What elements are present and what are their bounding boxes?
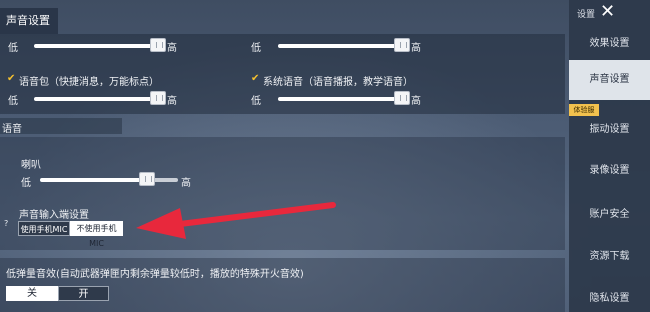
row1-right-slider[interactable] xyxy=(278,44,408,48)
sidebar-item-vibration[interactable]: 振动设置 xyxy=(569,120,650,135)
row1-left-low: 低 xyxy=(8,43,18,54)
row2-left-low: 低 xyxy=(8,96,18,107)
row2-right-slider[interactable] xyxy=(278,97,408,101)
red-arrow-annotation xyxy=(136,202,336,239)
sidebar-item-privacy[interactable]: 隐私设置 xyxy=(569,289,650,304)
low-ammo-title: 低弹量音效(自动武器弹匣内剩余弹量较低时，播放的特殊开火音效) xyxy=(6,269,304,280)
help-icon[interactable]: ? xyxy=(4,219,8,228)
close-icon[interactable]: ✕ xyxy=(600,1,615,23)
voice-pack-check-icon[interactable]: ✔ xyxy=(7,74,16,84)
row1-right-high: 高 xyxy=(411,43,421,54)
speaker-high: 高 xyxy=(181,178,191,189)
system-voice-check-icon[interactable]: ✔ xyxy=(251,74,260,84)
sidebar-item-recording[interactable]: 录像设置 xyxy=(569,161,650,176)
settings-label: 设置 xyxy=(577,10,596,20)
voice-pack-label: 语音包（快捷消息，万能标点） xyxy=(19,77,159,88)
row2-right-slider-thumb[interactable] xyxy=(394,91,410,105)
sidebar-item-sound[interactable]: 声音设置 xyxy=(569,60,650,100)
row1-right-low: 低 xyxy=(251,43,261,54)
low-ammo-on-toggle[interactable]: 开 xyxy=(58,286,109,301)
use-phone-mic-option[interactable]: 使用手机MIC xyxy=(18,221,70,236)
row1-left-high: 高 xyxy=(167,43,177,54)
row2-right-low: 低 xyxy=(251,96,261,107)
input-settings-title: 声音输入端设置 xyxy=(19,210,89,221)
low-ammo-off-toggle[interactable]: 关 xyxy=(6,286,58,301)
row1-left-slider[interactable] xyxy=(34,44,164,48)
speaker-low: 低 xyxy=(21,178,31,189)
sidebar-item-account-security[interactable]: 账户安全 xyxy=(569,205,650,220)
row2-left-high: 高 xyxy=(167,96,177,107)
row2-right-high: 高 xyxy=(411,96,421,107)
row1-left-slider-thumb[interactable] xyxy=(150,38,166,52)
voice-section-title: 语音 xyxy=(2,124,22,135)
page-title: 声音设置 xyxy=(0,8,58,34)
speaker-slider-filled[interactable] xyxy=(40,178,148,182)
row1-right-slider-thumb[interactable] xyxy=(394,38,410,52)
speaker-slider-thumb[interactable] xyxy=(139,172,155,186)
sidebar-item-resource-download[interactable]: 资源下载 xyxy=(569,247,650,262)
speaker-label: 喇叭 xyxy=(21,160,41,171)
beta-badge: 体验服 xyxy=(569,104,599,116)
no-phone-mic-option[interactable]: 不使用手机MIC xyxy=(70,221,123,248)
row2-left-slider[interactable] xyxy=(34,97,164,101)
system-voice-label: 系统语音（语音播报，教学语音） xyxy=(263,77,413,88)
sidebar-item-effects[interactable]: 效果设置 xyxy=(569,34,650,49)
row2-left-slider-thumb[interactable] xyxy=(150,91,166,105)
